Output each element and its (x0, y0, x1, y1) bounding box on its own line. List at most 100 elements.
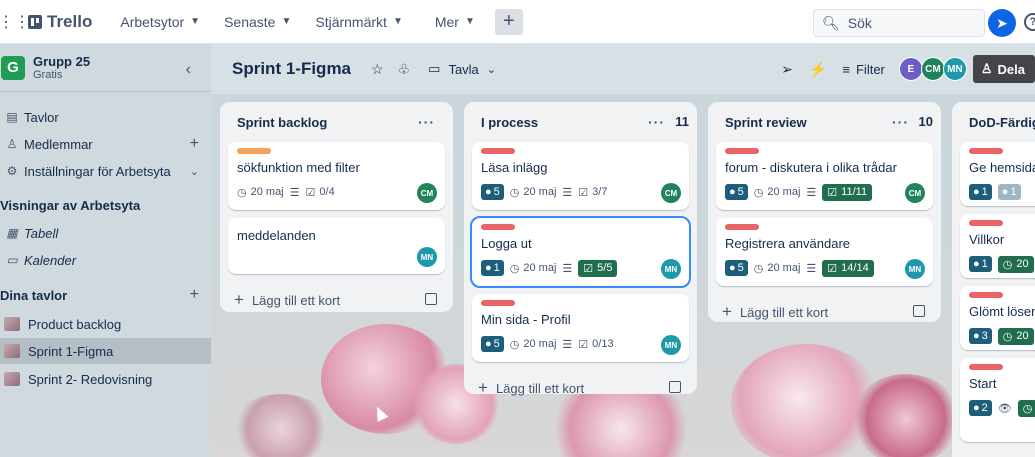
board-view-switcher[interactable]: ▭ Tavla ⌄ (428, 61, 496, 77)
list-header[interactable]: Sprint backlog ··· (228, 102, 445, 142)
due-date-complete-badge[interactable]: ◷ 20 (997, 255, 1034, 273)
app-switcher-icon[interactable]: ⋮⋮ (0, 0, 30, 44)
list-menu-icon[interactable]: ··· (648, 114, 665, 130)
board-title[interactable]: Sprint 1-Figma (232, 59, 351, 79)
list-menu-icon[interactable]: ··· (892, 114, 909, 130)
add-board-icon[interactable]: + (190, 286, 199, 304)
card[interactable]: Registrera användare ● 5 ◷ 20 maj ☰ ☑ 14/14… (716, 218, 933, 286)
sidebar-item-table[interactable]: ▦ Tabell (0, 220, 211, 246)
list-title[interactable]: I process (481, 115, 538, 130)
create-button[interactable]: + (494, 8, 523, 35)
due-date-badge[interactable]: ◷ 20 maj (754, 186, 801, 199)
search-icon: 🔍︎ (822, 14, 840, 31)
card-member-avatar[interactable]: MN (417, 247, 437, 267)
add-card-button[interactable]: + Lägg till ett kort (228, 282, 445, 318)
card[interactable]: Ge hemsidan ●1 ●1 (960, 142, 1035, 206)
due-date-badge[interactable]: ◷ 20 maj (754, 262, 801, 275)
card-template-icon[interactable] (913, 305, 925, 317)
card-label[interactable] (481, 148, 515, 154)
add-card-button[interactable]: + Lägg till ett kort (472, 370, 689, 406)
person-icon: ♙ (6, 137, 18, 151)
nav-recent-dropdown[interactable]: Senaste ▼ (212, 6, 303, 38)
search-input[interactable]: 🔍︎ Sök (813, 9, 985, 37)
trello-logo[interactable]: Trello (28, 12, 92, 32)
card-member-avatar[interactable]: CM (905, 183, 925, 203)
share-button[interactable]: ♙ Dela (972, 55, 1035, 83)
due-date-badge[interactable]: ◷ 20 maj (237, 186, 284, 199)
collapse-sidebar-icon[interactable]: ‹ (186, 61, 191, 79)
list-title[interactable]: Sprint backlog (237, 115, 327, 130)
card-selected[interactable]: Logga ut ● 1 ◷ 20 maj ☰ ☑ 5/5 MN (470, 216, 691, 288)
sidebar-item-boards[interactable]: ▤ Tavlor (0, 104, 211, 130)
due-date-badge[interactable]: ◷ 20 maj (510, 262, 557, 275)
workspace-visibility-icon[interactable]: ♧ (398, 61, 411, 78)
views-heading: Visningar av Arbetsyta (0, 192, 211, 218)
list-menu-icon[interactable]: ··· (418, 114, 435, 130)
card-member-avatar[interactable]: MN (661, 335, 681, 355)
member-avatar[interactable]: E (898, 57, 923, 81)
filter-button[interactable]: ≡ Filter (842, 62, 884, 77)
due-date-badge[interactable]: ◷ 20 maj (510, 338, 557, 351)
member-avatar[interactable]: MN (942, 57, 967, 81)
add-card-label: Lägg till ett kort (495, 380, 585, 396)
power-ups-icon[interactable]: ➢ (781, 61, 793, 78)
card-label[interactable] (969, 292, 1003, 298)
card-template-icon[interactable] (425, 293, 437, 305)
add-card-button[interactable]: + Lägg till ett kort (716, 294, 933, 330)
list-header[interactable]: DoD-Färdigt (960, 102, 1035, 142)
card-label[interactable] (969, 148, 1003, 154)
sidebar-board-product-backlog[interactable]: Product backlog (0, 311, 211, 337)
notifications-icon[interactable]: ➤ (988, 9, 1016, 37)
sidebar-item-settings[interactable]: ⚙ Inställningar för Arbetsyta ⌄ (0, 158, 211, 184)
card-title: forum - diskutera i olika trådar (725, 160, 897, 175)
workspace-avatar[interactable]: G (1, 55, 25, 80)
card-member-avatar[interactable]: CM (661, 183, 681, 203)
due-date-complete-badge[interactable]: ◷ 20 (997, 327, 1034, 345)
sidebar-board-sprint-1[interactable]: Sprint 1-Figma (0, 338, 211, 364)
add-card-label: Lägg till ett kort (739, 304, 829, 320)
card-label[interactable] (481, 224, 515, 230)
card[interactable]: sökfunktion med filter ◷ 20 maj ☰ ☑ 0/4 CM (228, 142, 445, 210)
checklist-icon: ☑ (578, 338, 589, 351)
card-label[interactable] (725, 148, 759, 154)
help-icon[interactable]: ? (1024, 13, 1035, 31)
card-label[interactable] (969, 364, 1003, 370)
card-label[interactable] (969, 220, 1003, 226)
list-title[interactable]: Sprint review (725, 115, 807, 130)
star-icon[interactable]: ☆ (371, 61, 384, 78)
card-label[interactable] (237, 148, 271, 154)
card-label[interactable] (481, 300, 515, 306)
nav-workspaces-dropdown[interactable]: Arbetsytor ▼ (108, 6, 212, 38)
nav-more-dropdown[interactable]: Mer ▼ (423, 6, 487, 38)
card[interactable]: meddelanden MN (228, 218, 445, 274)
card[interactable]: Glömt lösenord ●3 ◷20 (960, 286, 1035, 350)
member-avatar[interactable]: CM (920, 57, 945, 81)
calendar-icon: ▭ (6, 253, 18, 267)
list-header[interactable]: Sprint review ··· 10 (716, 102, 933, 142)
card[interactable]: Min sida - Profil ● 5 ◷ 20 maj ☰ ☑ 0/13 MN (472, 294, 689, 362)
card[interactable]: Läsa inlägg ● 5 ◷ 20 maj ☰ ☑ 3/7 CM (472, 142, 689, 210)
card-badges: ● 1 ◷ 20 (969, 253, 1035, 275)
add-member-icon[interactable]: + (190, 135, 199, 153)
checklist-value: 0/13 (592, 338, 614, 350)
sidebar-item-members[interactable]: ♙ Medlemmar + (0, 131, 211, 157)
card[interactable]: forum - diskutera i olika trådar ● 5 ◷ 20 … (716, 142, 933, 210)
card-label[interactable] (725, 224, 759, 230)
list-title[interactable]: DoD-Färdigt (969, 115, 1035, 130)
chevron-down-icon[interactable]: ⌄ (190, 165, 199, 178)
card[interactable]: Villkor ● 1 ◷ 20 (960, 214, 1035, 278)
card-template-icon[interactable] (669, 381, 681, 393)
due-date-complete-badge[interactable]: ◷ (1017, 399, 1035, 417)
nav-starred-dropdown[interactable]: Stjärnmärkt ▼ (303, 6, 414, 38)
list-header[interactable]: I process ··· 11 (472, 102, 689, 142)
card-member-avatar[interactable]: MN (661, 259, 681, 279)
card-title: meddelanden (237, 228, 316, 243)
due-date-badge[interactable]: ◷ 20 maj (510, 186, 557, 199)
card[interactable]: Start ● 2 👁︎ ◷ (960, 358, 1035, 442)
sidebar-item-calendar[interactable]: ▭ Kalender (0, 247, 211, 273)
sidebar-board-sprint-2[interactable]: Sprint 2- Redovisning (0, 366, 211, 392)
automation-icon[interactable]: ⚡ (809, 61, 826, 78)
card-member-avatar[interactable]: MN (905, 259, 925, 279)
card-member-avatar[interactable]: CM (417, 183, 437, 203)
workspace-name[interactable]: Grupp 25 (33, 54, 90, 69)
